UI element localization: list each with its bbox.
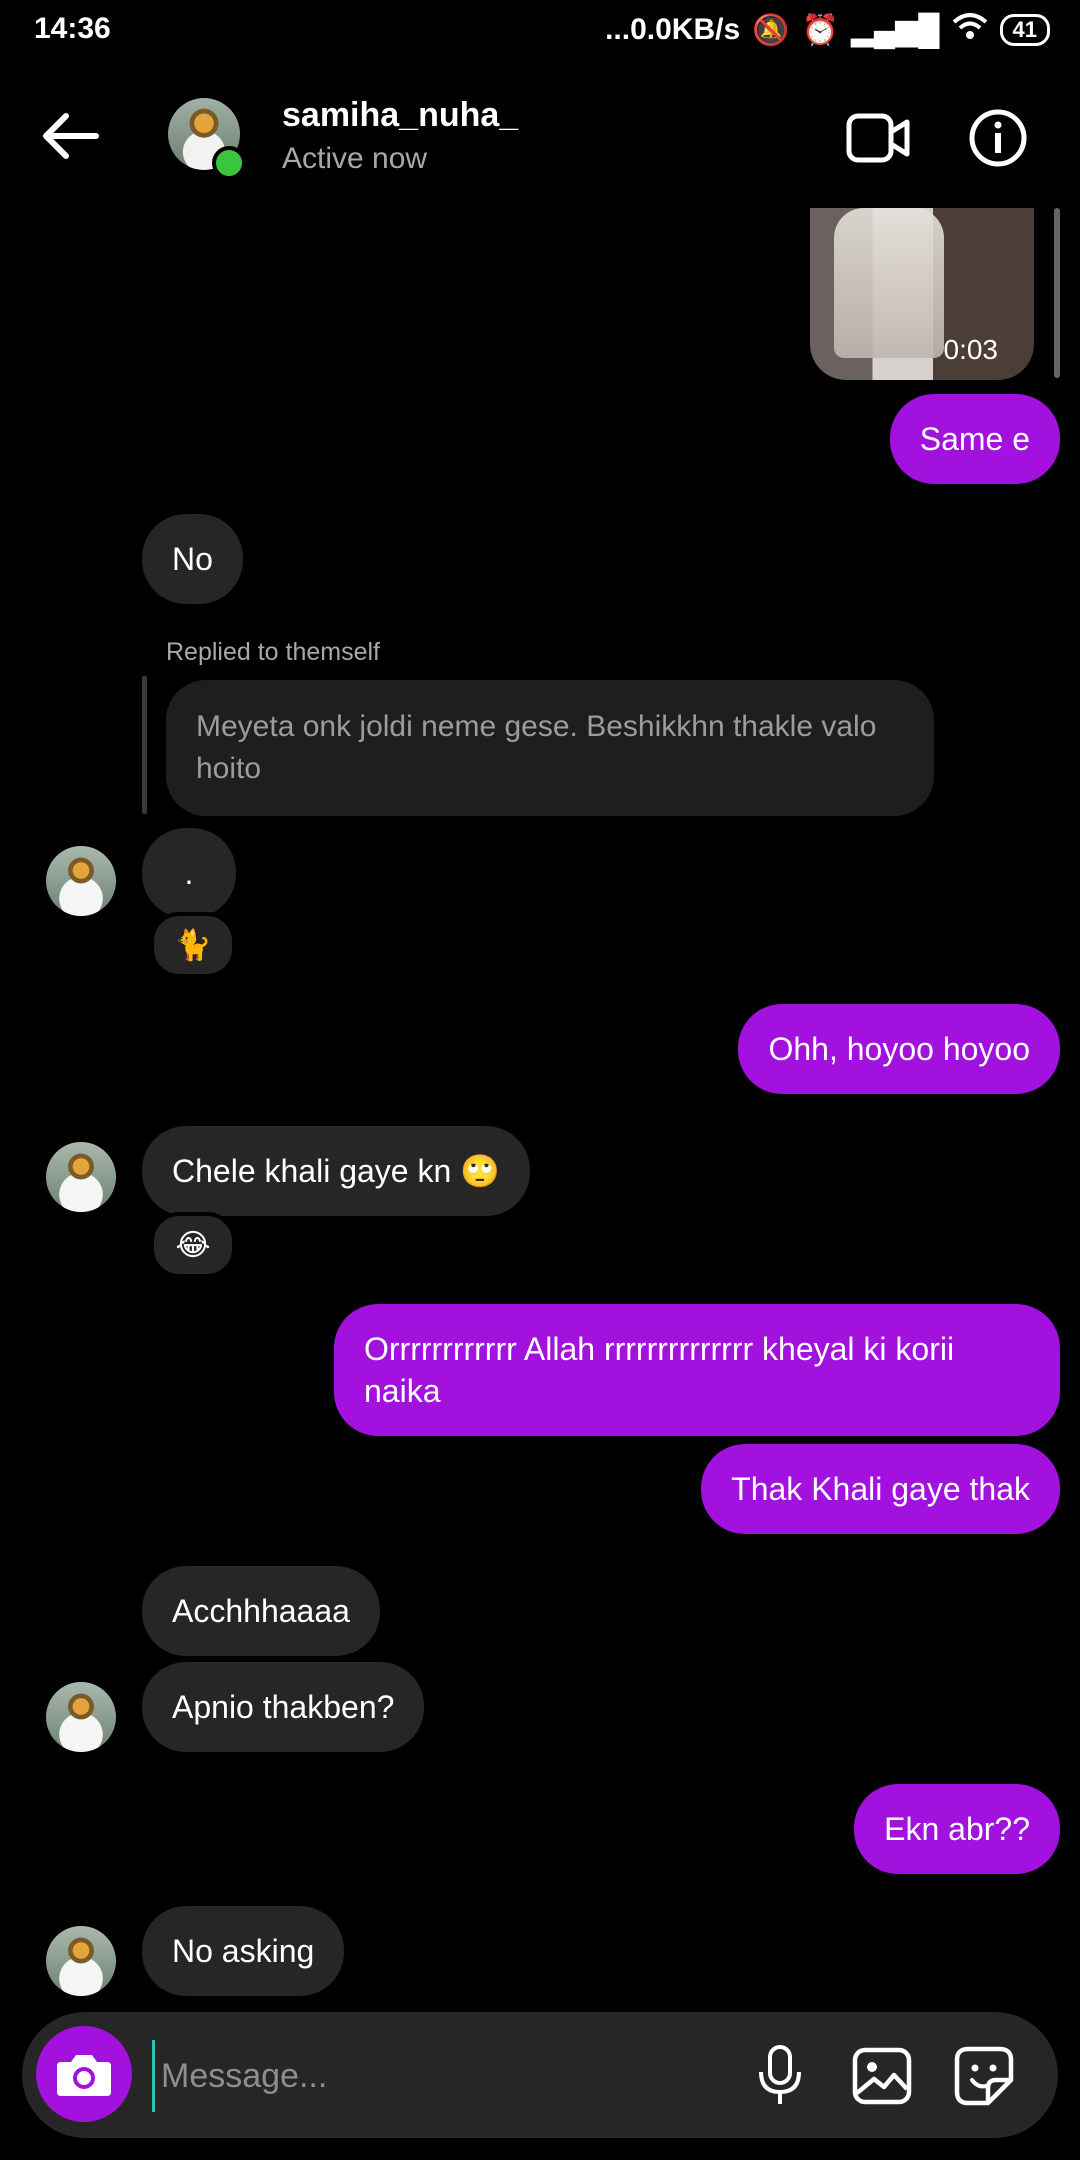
battery-indicator: 41	[999, 14, 1050, 46]
status-icons: ...0.0KB/s 🔕 ⏰ ▂▄▆█ 41	[605, 12, 1050, 48]
active-status: Active now	[282, 142, 428, 175]
message-bubble[interactable]: Orrrrrrrrrrrr Allah rrrrrrrrrrrrrr kheya…	[334, 1304, 1060, 1436]
camera-button[interactable]	[36, 2026, 132, 2122]
alarm-icon: ⏰	[801, 13, 839, 47]
message-bubble[interactable]: No asking	[142, 1906, 345, 1996]
network-speed: ...0.0KB/s	[605, 13, 741, 46]
status-bar: 14:36 ...0.0KB/s 🔕 ⏰ ▂▄▆█ 41	[0, 0, 1080, 62]
sender-avatar[interactable]	[46, 1682, 116, 1752]
quoted-message[interactable]: Meyeta onk joldi neme gese. Beshikkhn th…	[166, 680, 934, 816]
wifi-icon	[952, 12, 988, 48]
camera-icon	[57, 2055, 111, 2096]
sticker-button[interactable]	[952, 2044, 1016, 2108]
message-input[interactable]	[152, 2040, 723, 2112]
message-bubble[interactable]: .	[142, 828, 236, 918]
reply-indicator-bar	[142, 676, 147, 814]
gallery-button[interactable]	[850, 2044, 914, 2108]
info-button[interactable]	[968, 108, 1028, 168]
gallery-icon	[852, 2047, 912, 2105]
message-bubble[interactable]: Acchhhaaaa	[142, 1566, 380, 1656]
status-time: 14:36	[34, 12, 111, 45]
message-bubble[interactable]: No	[142, 514, 243, 604]
message-bubble[interactable]: Same e	[889, 394, 1060, 484]
online-indicator	[212, 146, 246, 180]
info-icon	[969, 109, 1027, 167]
video-preview	[834, 208, 944, 358]
signal-icon: ▂▄▆█	[850, 13, 940, 47]
back-arrow-icon	[43, 113, 99, 159]
message-bubble[interactable]: Chele khali gaye kn 🙄	[142, 1126, 531, 1216]
sticker-icon	[954, 2046, 1014, 2106]
scrollbar[interactable]	[1054, 208, 1060, 378]
message-bubble[interactable]: Thak Khali gaye thak	[701, 1444, 1060, 1534]
video-duration: 0:03	[943, 334, 999, 365]
message-bubble[interactable]: Ekn abr??	[854, 1784, 1060, 1874]
microphone-icon	[759, 2045, 801, 2104]
sender-avatar[interactable]	[46, 1926, 116, 1996]
reply-label: Replied to themself	[166, 638, 381, 666]
sender-avatar[interactable]	[46, 1142, 116, 1212]
message-reaction[interactable]: 🐈	[150, 912, 236, 978]
voice-message-button[interactable]	[748, 2044, 812, 2108]
video-call-icon	[846, 113, 910, 163]
contact-username[interactable]: samiha_nuha_	[282, 96, 518, 135]
sender-avatar[interactable]	[46, 846, 116, 916]
message-bubble[interactable]: Ohh, hoyoo hoyoo	[738, 1004, 1060, 1094]
message-reaction[interactable]: 😂	[150, 1212, 236, 1278]
mute-icon: 🔕	[752, 13, 790, 47]
video-message-thumbnail[interactable]: 0:03	[810, 208, 1034, 380]
back-button[interactable]	[36, 108, 106, 164]
message-bubble[interactable]: Apnio thakben?	[142, 1662, 425, 1752]
video-call-button[interactable]	[846, 110, 910, 166]
